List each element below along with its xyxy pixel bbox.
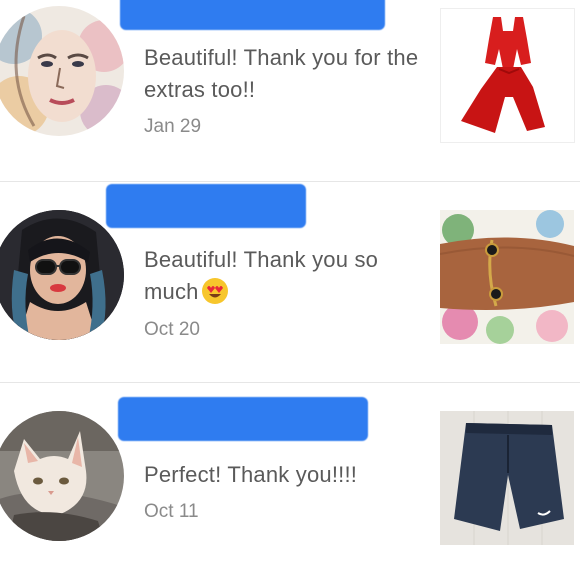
reviewer-avatar[interactable] [0,210,124,340]
review-date: Oct 11 [144,501,199,522]
redacted-username [120,0,385,30]
navy-shorts-thumbnail-icon [440,411,574,545]
heart-eyes-emoji-icon [201,277,229,314]
bracelet-thumbnail-icon [440,210,574,344]
review-comment: Beautiful! Thank you so much [144,244,434,314]
woman-sunglasses-avatar-icon [0,210,124,340]
redacted-username [118,397,368,441]
item-thumbnail[interactable] [440,8,575,143]
review-item: Perfect! Thank you!!!! Oct 11 [0,383,580,580]
review-date: Jan 29 [144,116,202,137]
reviewer-avatar[interactable] [0,411,124,541]
red-jumpsuit-thumbnail-icon [441,9,574,142]
review-item: Beautiful! Thank you so much Oct 20 [0,182,580,382]
review-comment: Perfect! Thank you!!!! [144,462,358,487]
review-item: Beautiful! Thank you for the extras too!… [0,0,580,182]
review-date: Oct 20 [144,319,200,340]
cat-avatar-icon [0,411,124,541]
item-thumbnail[interactable] [440,411,574,545]
watercolor-portrait-avatar-icon [0,6,124,136]
reviewer-avatar[interactable] [0,6,124,136]
review-comment-text: Beautiful! Thank you so much [144,247,379,304]
item-thumbnail[interactable] [440,210,574,344]
redacted-username [106,184,306,228]
review-comment: Beautiful! Thank you for the extras too!… [144,45,419,102]
